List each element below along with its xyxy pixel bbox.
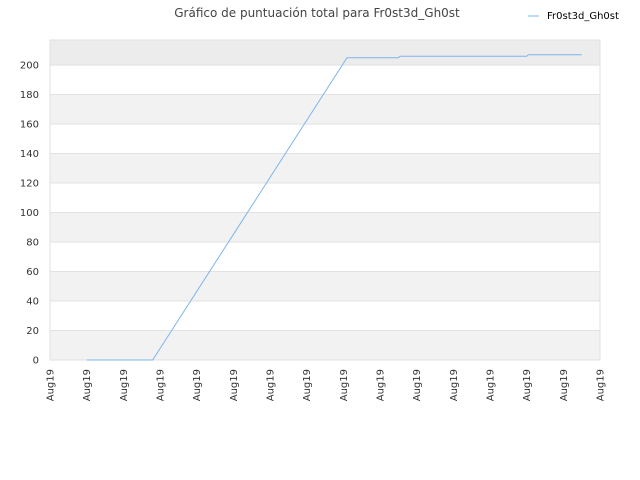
- plot-band: [50, 301, 600, 331]
- y-tick-label: 160: [20, 120, 39, 131]
- y-tick-label: 140: [20, 149, 39, 160]
- x-tick-label: Aug19: [266, 369, 277, 401]
- chart-title: Gráfico de puntuación total para Fr0st3d…: [174, 6, 460, 20]
- legend-label[interactable]: Fr0st3d_Gh0st: [547, 11, 619, 22]
- plot-band: [50, 212, 600, 243]
- x-tick-label: Aug19: [596, 369, 607, 401]
- y-tick-label: 200: [20, 61, 39, 72]
- plot-band: [50, 271, 600, 302]
- x-tick-label: Aug19: [82, 369, 93, 401]
- x-tick-label: Aug19: [559, 369, 570, 401]
- plot-band: [50, 242, 600, 272]
- plot-band: [50, 65, 600, 95]
- x-tick-label: Aug19: [376, 369, 387, 401]
- y-tick-label: 0: [33, 356, 39, 367]
- y-tick-label: 100: [20, 208, 39, 219]
- x-axis-tick-labels: Aug19 Aug19 Aug19 Aug19 Aug19 Aug19 Aug19 Aug19…: [46, 369, 607, 401]
- y-tick-label: 40: [26, 297, 39, 308]
- y-tick-label: 60: [26, 267, 39, 278]
- plot-band: [50, 153, 600, 184]
- plot-band: [50, 94, 600, 125]
- x-tick-label: Aug19: [486, 369, 497, 401]
- x-tick-label: Aug19: [229, 369, 240, 401]
- x-tick-label: Aug19: [192, 369, 203, 401]
- plot-band: [50, 124, 600, 154]
- x-tick-label: Aug19: [522, 369, 533, 401]
- y-tick-label: 180: [20, 90, 39, 101]
- y-axis-tick-labels: 0 20 40 60 80 100 120 140 160 180 200: [20, 61, 39, 367]
- x-tick-label: Aug19: [156, 369, 167, 401]
- line-chart: 020406080100120140160180200 Aug19 Aug19 Au…: [20, 6, 619, 401]
- plot-band: [50, 330, 600, 360]
- x-tick-label: Aug19: [449, 369, 460, 401]
- y-tick-label: 120: [20, 179, 39, 190]
- x-tick-label: Aug19: [302, 369, 313, 401]
- y-tick-label: 20: [26, 326, 39, 337]
- x-tick-label: Aug19: [339, 369, 350, 401]
- y-tick-label: 80: [26, 238, 39, 249]
- x-tick-label: Aug19: [46, 369, 57, 401]
- plot-bands: [50, 40, 600, 360]
- plot-band: [50, 40, 600, 66]
- legend: Fr0st3d_Gh0st: [528, 11, 619, 22]
- plot-band: [50, 183, 600, 213]
- x-tick-label: Aug19: [412, 369, 423, 401]
- x-tick-label: Aug19: [119, 369, 130, 401]
